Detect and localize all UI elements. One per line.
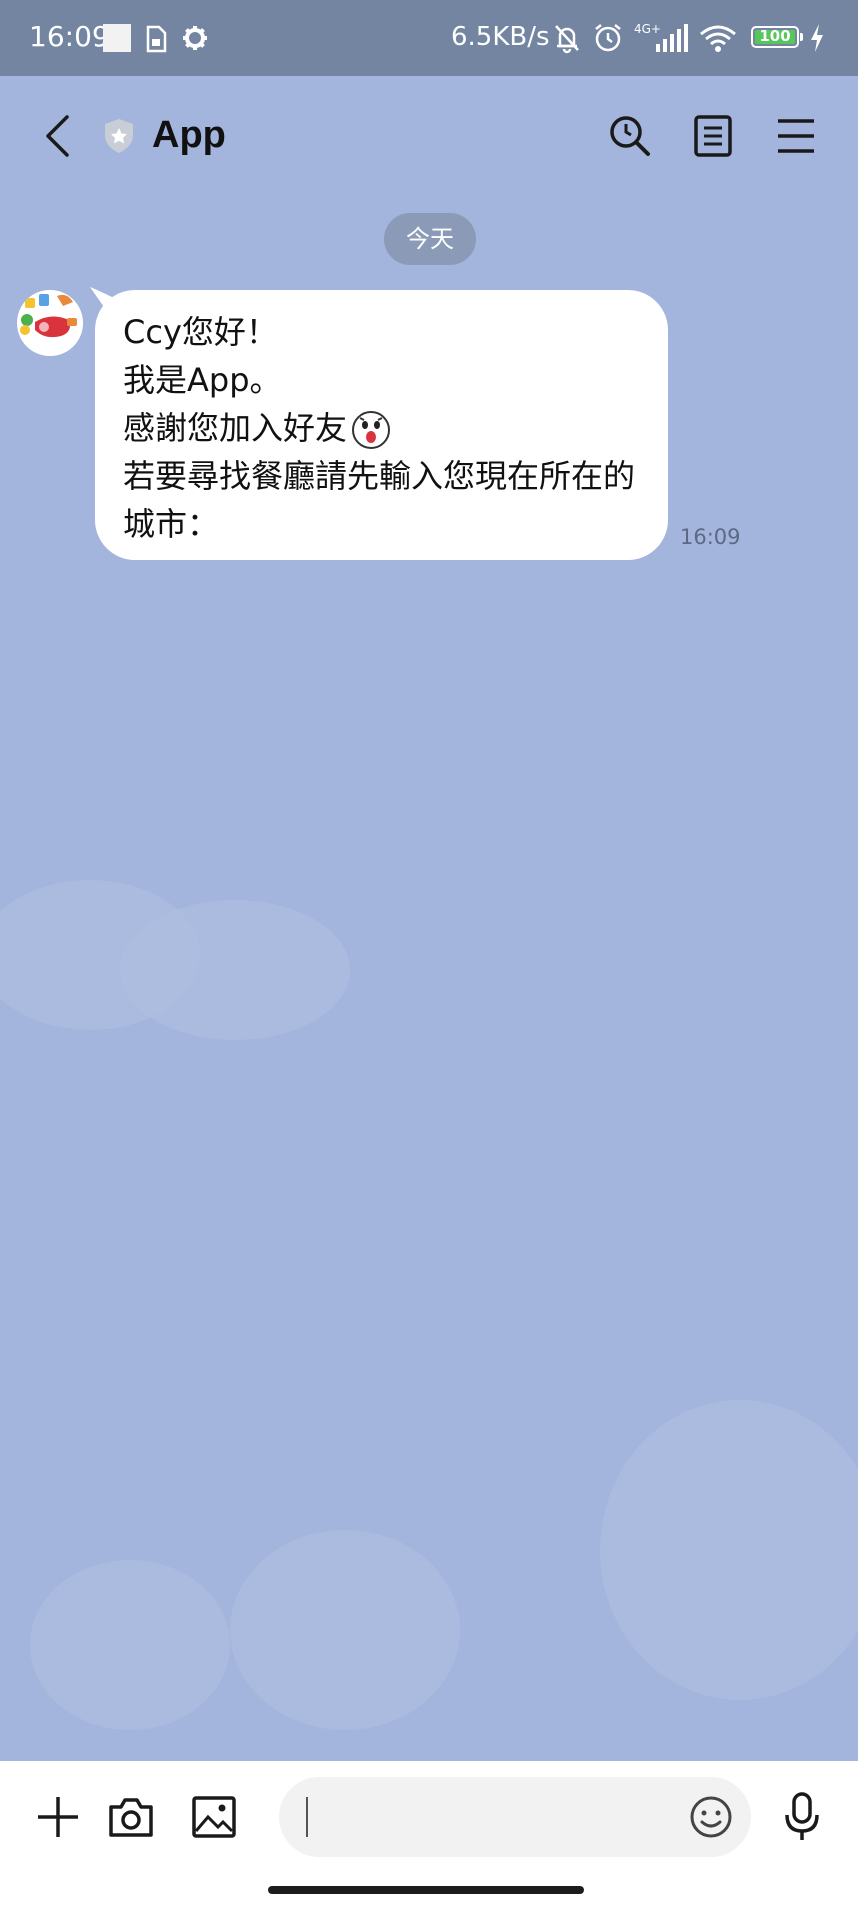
message-bubble[interactable]: Ccy您好！ 我是App。 感謝您加入好友 若要尋找餐廳請先輸入您現在所在的城市…: [95, 290, 668, 560]
emoji-icon: [690, 1796, 732, 1838]
notes-button[interactable]: [683, 106, 743, 166]
message-line: Ccy您好！: [123, 313, 278, 351]
chat-title[interactable]: App: [102, 114, 226, 157]
network-speed: 6.5KB/s: [451, 22, 550, 52]
back-button[interactable]: [30, 106, 86, 166]
message-input-box[interactable]: [279, 1777, 751, 1857]
notes-icon: [694, 115, 732, 157]
notification-square-icon: [103, 24, 131, 52]
message-line: 若要尋找餐廳請先輸入您現在所在的城市：: [123, 457, 636, 543]
battery-icon: 100: [751, 26, 799, 48]
emoji-button[interactable]: [685, 1791, 737, 1843]
date-separator: 今天: [384, 213, 476, 265]
background-cloud: [120, 900, 350, 1040]
background-cloud: [30, 1560, 230, 1730]
signal-icon: [656, 24, 688, 52]
microphone-icon: [785, 1792, 819, 1840]
shield-badge-icon: [105, 118, 133, 153]
charging-icon: [811, 24, 823, 52]
message-input[interactable]: [307, 1795, 671, 1841]
bell-off-icon: [555, 25, 579, 54]
menu-button[interactable]: [766, 106, 826, 166]
plus-icon: [38, 1797, 78, 1837]
plus-button[interactable]: [28, 1787, 88, 1847]
camera-icon: [109, 1798, 153, 1837]
message-line: 我是App。: [123, 361, 282, 399]
home-indicator[interactable]: [268, 1886, 584, 1894]
chat-header: App: [0, 76, 858, 196]
image-icon: [192, 1796, 236, 1838]
message-text: 感謝您加入好友: [123, 409, 348, 447]
gear-icon: [183, 26, 207, 50]
avatar[interactable]: [17, 290, 83, 356]
message-time: 16:09: [680, 525, 741, 549]
wifi-icon: [700, 25, 736, 52]
alarm-icon: [595, 24, 621, 52]
back-arrow-icon: [46, 115, 69, 157]
surprised-face-emoji-icon: [352, 411, 391, 449]
status-bar: 16:09 6.5KB/s 4G+ 100: [0, 0, 858, 76]
background-cloud: [600, 1400, 858, 1700]
menu-icon: [778, 119, 814, 153]
food-avatar-icon: [17, 290, 83, 356]
status-time: 16:09: [29, 20, 110, 53]
microphone-button[interactable]: [772, 1785, 832, 1849]
message-line-with-emoji: 感謝您加入好友: [123, 404, 640, 452]
battery-level: 100: [759, 27, 791, 45]
image-button[interactable]: [184, 1787, 244, 1847]
sim-icon: [146, 25, 167, 53]
search-button[interactable]: [600, 106, 660, 166]
page-title: App: [152, 114, 226, 156]
search-icon: [610, 116, 650, 156]
background-cloud: [230, 1530, 460, 1730]
camera-button[interactable]: [101, 1787, 161, 1847]
